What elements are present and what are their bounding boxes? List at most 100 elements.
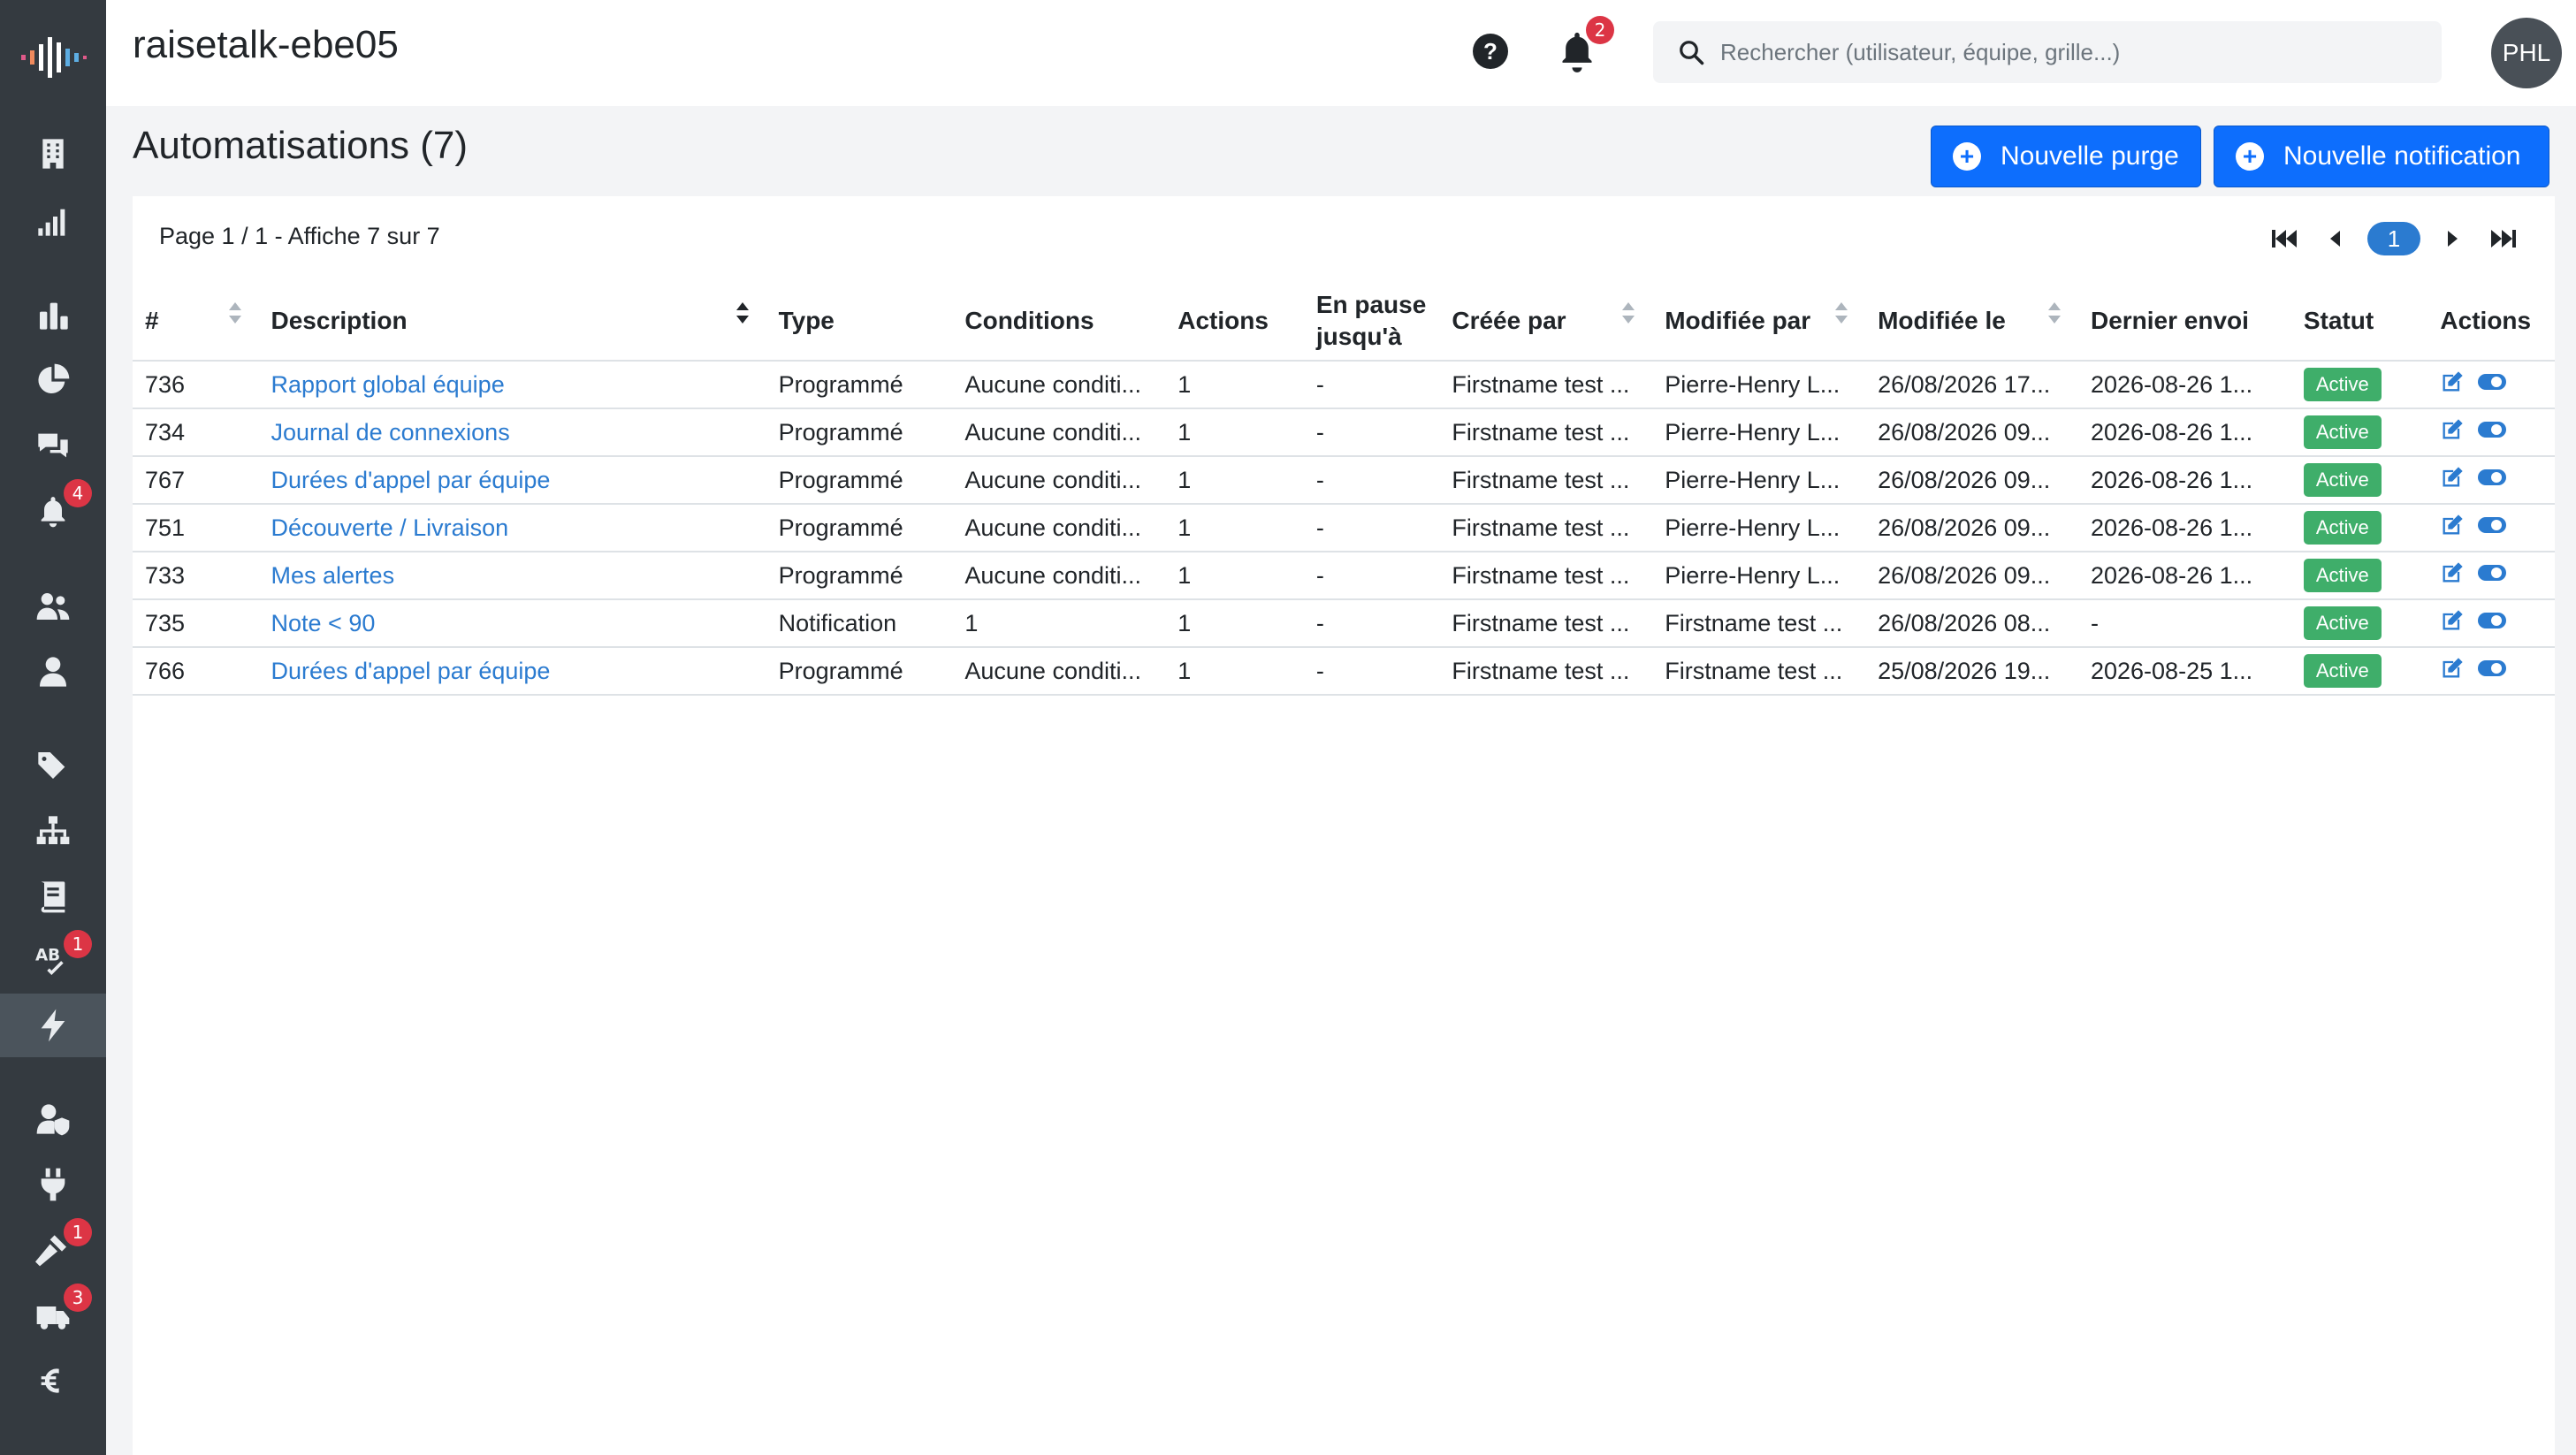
book-icon [41,881,65,913]
toggle-on-icon[interactable] [2477,514,2507,536]
plus-circle-icon: + [2236,142,2264,171]
cell-description[interactable]: Durées d'appel par équipe [258,456,766,505]
cell-status: Active [2290,552,2428,600]
table-row: 735 Note < 90 Notification 1 1- Firstname tes… [133,599,2555,648]
sidebar-item-gavel[interactable]: 1 [0,1218,106,1282]
cell-description[interactable]: Durées d'appel par équipe [258,647,766,696]
cell-status: Active [2290,599,2428,648]
cell-description[interactable]: Note < 90 [258,599,766,648]
sitemap-icon [36,816,70,844]
sidebar-item-book[interactable] [0,865,106,928]
sidebar-item-bolt[interactable] [0,994,106,1057]
col-description[interactable]: Description [258,281,766,362]
sidebar-item-euro[interactable] [0,1349,106,1413]
automations-card: Page 1 / 1 - Affiche 7 sur 7 1 # Descrip… [133,196,2555,1455]
help-icon[interactable]: ? [1473,34,1508,69]
cell-modified-by: Pierre-Henry L... [1652,456,1866,505]
cell-type: Notification [766,599,953,648]
comments-icon [38,433,68,458]
search-box [1653,21,2442,83]
cell-modified-by: Pierre-Henry L... [1652,408,1866,457]
cell-conditions: Aucune conditi... [952,361,1166,409]
table-row: 736 Rapport global équipe Programmé Aucune … [133,361,2555,409]
first-page-button[interactable] [2268,222,2302,255]
edit-icon[interactable] [2440,656,2465,681]
sidebar-item-user[interactable] [0,640,106,704]
sidebar-item-bar-chart[interactable] [0,283,106,347]
logo-icon[interactable] [19,34,88,81]
cell-id: 751 [133,504,259,552]
cell-row-actions [2427,552,2555,600]
edit-icon[interactable] [2440,417,2465,442]
cell-created-by: Firstname test ... [1439,456,1653,505]
edit-icon[interactable] [2440,608,2465,633]
sort-icon [1835,302,1848,324]
sidebar-item-pie-chart[interactable] [0,348,106,412]
cell-last-sent: - [2077,599,2291,648]
edit-icon[interactable] [2440,465,2465,490]
cell-last-sent: 2026-08-26 1... [2077,552,2291,600]
col-actions-count: Actions [1165,281,1304,362]
col-id[interactable]: # [133,281,259,362]
sidebar-item-users[interactable] [0,575,106,638]
pagination: 1 [2252,221,2519,256]
search-input[interactable] [1720,30,2419,74]
tags-icon [38,752,65,779]
sidebar-item-comments[interactable] [0,414,106,477]
edit-icon[interactable] [2440,560,2465,585]
cell-description[interactable]: Mes alertes [258,552,766,600]
status-badge: Active [2303,654,2382,688]
new-purge-button[interactable]: + Nouvelle purge [1931,126,2201,187]
new-purge-label: Nouvelle purge [2001,141,2179,171]
sidebar-item-building[interactable] [0,122,106,186]
col-created-by[interactable]: Créée par [1439,281,1653,362]
sidebar-item-plug[interactable] [0,1153,106,1216]
sidebar-item-spellcheck[interactable]: AB 1 [0,930,106,994]
cell-description[interactable]: Rapport global équipe [258,361,766,409]
toggle-on-icon[interactable] [2477,562,2507,583]
users-icon [36,593,70,620]
sidebar-item-bell[interactable]: 4 [0,479,106,543]
sidebar-item-signal-bars[interactable] [0,189,106,253]
cell-modified-at: 26/08/2026 08... [1865,599,2078,648]
previous-page-button[interactable] [2318,222,2351,255]
cell-conditions: Aucune conditi... [952,504,1166,552]
building-icon [42,139,64,169]
cell-last-sent: 2026-08-26 1... [2077,504,2291,552]
sidebar-item-tags[interactable] [0,734,106,797]
cell-paused-until: - [1303,552,1440,600]
status-badge: Active [2303,559,2382,592]
bolt-icon [41,1009,65,1042]
col-paused-until: En pause jusqu'à [1303,281,1440,362]
toggle-on-icon[interactable] [2477,610,2507,631]
new-notification-button[interactable]: + Nouvelle notification [2214,126,2549,187]
sort-icon [1622,302,1635,324]
cell-id: 766 [133,647,259,696]
toggle-on-icon[interactable] [2477,658,2507,679]
notifications-button[interactable]: 2 [1558,16,1614,72]
cell-last-sent: 2026-08-26 1... [2077,361,2291,409]
edit-icon[interactable] [2440,369,2465,394]
sidebar-item-user-shield[interactable] [0,1087,106,1151]
cell-description[interactable]: Découverte / Livraison [258,504,766,552]
cell-description[interactable]: Journal de connexions [258,408,766,457]
cell-paused-until: - [1303,647,1440,696]
cell-type: Programmé [766,552,953,600]
edit-icon[interactable] [2440,513,2465,537]
cell-actions-count: 1 [1165,408,1304,457]
sidebar-item-sitemap[interactable] [0,799,106,863]
toggle-on-icon[interactable] [2477,467,2507,488]
automations-table: # Description Type Conditions Actions En… [133,281,2555,696]
toggle-on-icon[interactable] [2477,371,2507,392]
sidebar-item-ambulance[interactable]: 3 [0,1284,106,1347]
avatar[interactable]: PHL [2491,18,2562,88]
current-page[interactable]: 1 [2367,222,2420,255]
cell-actions-count: 1 [1165,552,1304,600]
col-modified-by[interactable]: Modifiée par [1652,281,1866,362]
toggle-on-icon[interactable] [2477,419,2507,440]
table-row: 734 Journal de connexions Programmé Aucune … [133,408,2555,457]
next-page-button[interactable] [2436,222,2470,255]
col-modified-at[interactable]: Modifiée le [1865,281,2078,362]
new-notification-label: Nouvelle notification [2283,141,2521,171]
last-page-button[interactable] [2486,222,2519,255]
